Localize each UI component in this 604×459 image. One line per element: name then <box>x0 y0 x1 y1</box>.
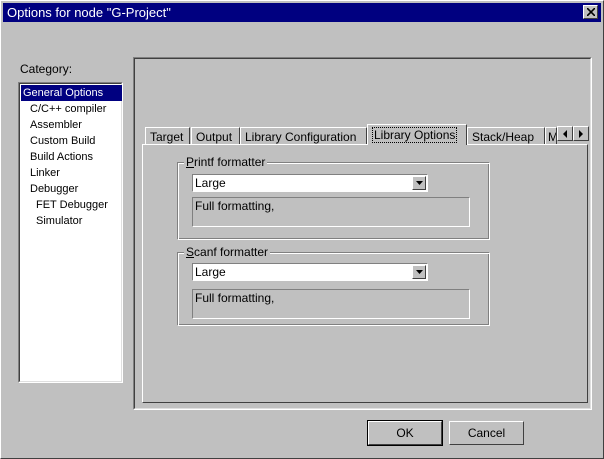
category-item-debugger[interactable]: Debugger <box>28 181 78 197</box>
scanf-formatter-select[interactable]: Large <box>192 263 428 281</box>
title-bar[interactable]: Options for node "G-Project" <box>3 3 601 22</box>
category-item-assembler[interactable]: Assembler <box>28 117 82 133</box>
category-label: Category: <box>20 62 73 76</box>
tab-target[interactable]: Target <box>145 127 190 145</box>
printf-group-label: Printf formatter <box>184 155 268 169</box>
printf-dropdown-button[interactable] <box>412 176 426 190</box>
tab-truncated[interactable]: M <box>545 127 557 145</box>
tab-stack-heap[interactable]: Stack/Heap <box>467 127 545 145</box>
category-item-c-cpp-compiler[interactable]: C/C++ compiler <box>28 101 106 117</box>
category-item-build-actions[interactable]: Build Actions <box>28 149 93 165</box>
close-button[interactable] <box>583 5 598 19</box>
window-title: Options for node "G-Project" <box>7 5 171 20</box>
scanf-dropdown-button[interactable] <box>412 265 426 279</box>
scanf-description: Full formatting, <box>192 289 470 319</box>
printf-description: Full formatting, <box>192 197 470 227</box>
ok-button[interactable]: OK <box>367 420 443 446</box>
printf-formatter-value: Large <box>195 176 226 190</box>
category-item-simulator[interactable]: Simulator <box>34 213 82 229</box>
cancel-button[interactable]: Cancel <box>449 421 524 445</box>
arrow-right-icon <box>579 130 583 138</box>
category-item-linker[interactable]: Linker <box>28 165 60 181</box>
chevron-down-icon <box>416 181 423 185</box>
scanf-formatter-value: Large <box>195 265 226 279</box>
arrow-left-icon <box>563 130 567 138</box>
category-item-general-options[interactable]: General Options <box>21 85 122 101</box>
category-item-fet-debugger[interactable]: FET Debugger <box>34 197 108 213</box>
tab-scroll-left-button[interactable] <box>557 126 573 141</box>
tab-output[interactable]: Output <box>191 127 240 145</box>
tab-scroll-right-button[interactable] <box>573 126 589 141</box>
tab-library-configuration[interactable]: Library Configuration <box>240 127 367 145</box>
scanf-group-label: Scanf formatter <box>184 245 271 259</box>
printf-formatter-select[interactable]: Large <box>192 174 428 192</box>
close-icon <box>587 8 595 16</box>
chevron-down-icon <box>416 270 423 274</box>
category-list[interactable]: General Options C/C++ compiler Assembler… <box>18 82 123 383</box>
tab-library-options[interactable]: Library Options <box>367 124 467 145</box>
category-item-custom-build[interactable]: Custom Build <box>28 133 95 149</box>
